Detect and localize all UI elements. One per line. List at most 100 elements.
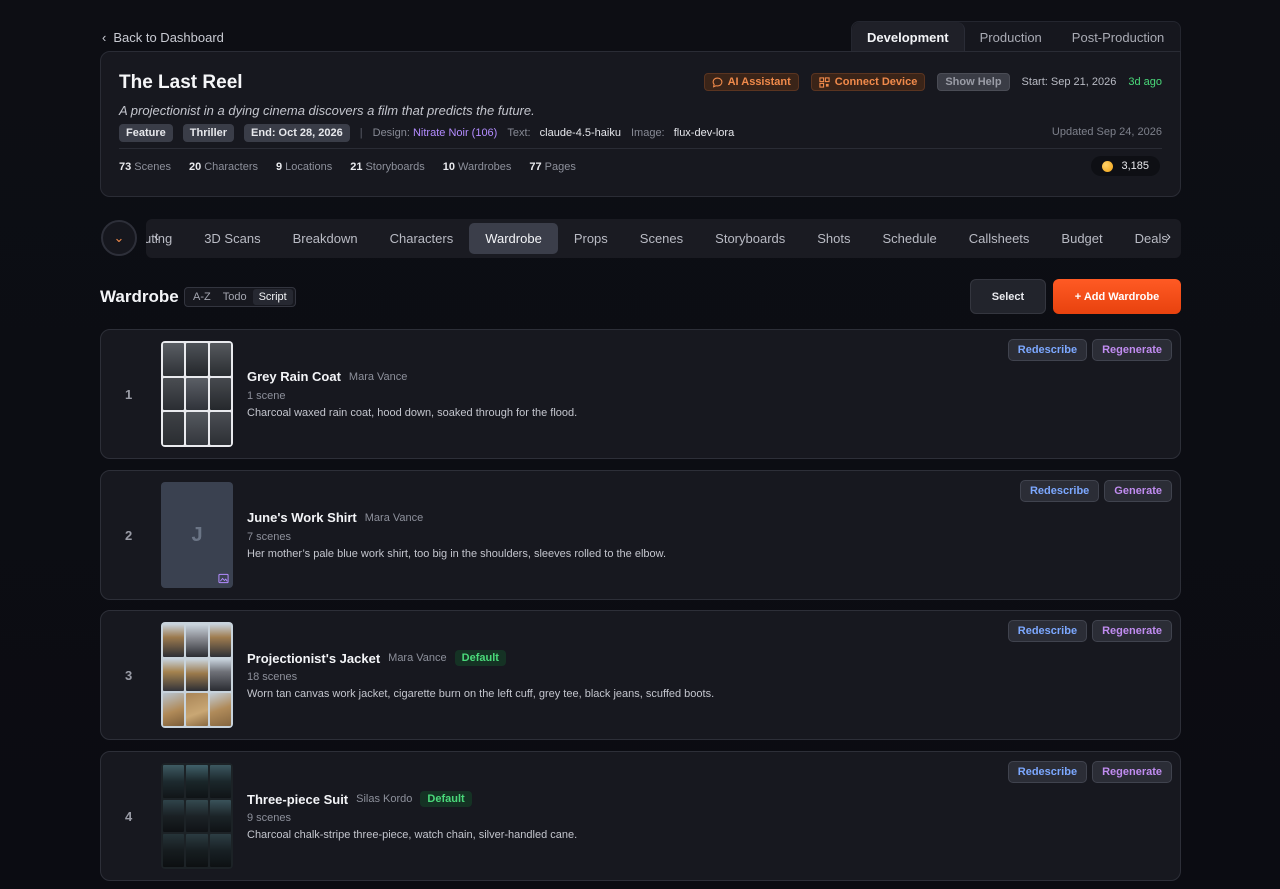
wardrobe-thumbnail[interactable] [161, 622, 233, 728]
chat-bubble-icon [712, 77, 723, 88]
image-model-value: flux-dev-lora [673, 127, 735, 139]
chevron-left-icon: ‹ [102, 30, 107, 45]
nav-item-callsheets[interactable]: Callsheets [953, 223, 1046, 254]
tab-development[interactable]: Development [852, 22, 965, 52]
nav-item-3d-scans[interactable]: 3D Scans [188, 223, 276, 254]
tab-production[interactable]: Production [965, 22, 1057, 52]
redescribe-button[interactable]: Redescribe [1007, 339, 1088, 361]
sort-a-z[interactable]: A-Z [187, 289, 217, 305]
regenerate-button[interactable]: Regenerate [1092, 620, 1172, 642]
wardrobe-scene-count: 1 scene [247, 390, 286, 402]
stat-scenes: 73 Scenes [119, 161, 171, 173]
wardrobe-thumbnail[interactable] [161, 763, 233, 869]
stat-characters: 20 Characters [188, 161, 258, 173]
nav-item-breakdown[interactable]: Breakdown [277, 223, 374, 254]
wardrobe-placeholder-thumbnail[interactable]: J [161, 482, 233, 588]
stat-storyboards: 21 Storyboards [350, 161, 425, 173]
time-ago: 3d ago [1128, 76, 1162, 88]
credits-badge: 3,185 [1091, 156, 1160, 176]
qr-code-icon [819, 76, 830, 88]
updated-date: Updated Sep 24, 2026 [1051, 126, 1162, 138]
nav-item-characters[interactable]: Characters [374, 223, 470, 254]
stat-locations: 9 Locations [276, 161, 333, 173]
add-wardrobe-button[interactable]: + Add Wardrobe [1053, 279, 1181, 314]
regenerate-button[interactable]: Regenerate [1092, 761, 1172, 783]
wardrobe-name: June's Work Shirt [247, 510, 357, 525]
nav-item-schedule[interactable]: Schedule [867, 223, 953, 254]
wardrobe-name: Projectionist's Jacket [247, 650, 381, 666]
wardrobe-number: 1 [125, 387, 133, 402]
wardrobe-thumbnail[interactable] [161, 341, 233, 447]
credits-value: 3,185 [1121, 160, 1149, 172]
genre-tag: Thriller [182, 124, 235, 142]
wardrobe-description: Charcoal waxed rain coat, hood down, soa… [247, 407, 578, 419]
wardrobe-title-row: Projectionist's Jacket Mara Vance Defaul… [247, 650, 506, 666]
sort-script[interactable]: Script [252, 289, 293, 305]
scroll-left-icon[interactable]: ‹ [154, 228, 159, 245]
wardrobe-card[interactable]: 4 Three-piece Suit Silas Kordo Default 9… [100, 751, 1181, 881]
image-icon [218, 573, 229, 584]
image-model-meta: Image: flux-dev-lora [630, 127, 735, 139]
nav-item-routing[interactable]: uting [146, 223, 188, 254]
wardrobe-number: 3 [125, 668, 133, 683]
wardrobe-number: 4 [125, 809, 133, 824]
sort-toggle: A-Z Todo Script [184, 287, 296, 307]
design-meta: Design: Nitrate Noir (106) [372, 127, 498, 139]
project-logline: A projectionist in a dying cinema discov… [119, 103, 535, 118]
header-divider [119, 148, 1162, 149]
section-nav: uting 3D Scans Breakdown Characters Ward… [146, 219, 1181, 258]
wardrobe-card[interactable]: 3 Projectionist's Jacket Mara Vance Defa… [100, 610, 1181, 740]
wardrobe-actions: Redescribe Regenerate [1007, 620, 1172, 642]
scroll-right-icon[interactable]: › [1166, 228, 1171, 245]
section-title: Wardrobe [100, 287, 179, 306]
text-model-meta: Text: claude-4.5-haiku [507, 127, 621, 139]
back-label: Back to Dashboard [113, 30, 224, 45]
nav-item-scenes[interactable]: Scenes [624, 223, 699, 254]
project-title: The Last Reel [119, 72, 243, 93]
redescribe-button[interactable]: Redescribe [1019, 480, 1100, 502]
nav-item-props[interactable]: Props [558, 223, 624, 254]
ai-assistant-button[interactable]: AI Assistant [703, 73, 799, 91]
default-badge: Default [454, 650, 506, 666]
connect-device-button[interactable]: Connect Device [810, 73, 926, 91]
nav-item-budget[interactable]: Budget [1045, 223, 1118, 254]
wardrobe-scene-count: 7 scenes [247, 531, 292, 543]
text-model-value: claude-4.5-haiku [539, 127, 621, 139]
format-tag: Feature [119, 124, 173, 142]
wardrobe-card[interactable]: 2 J June's Work Shirt Mara Vance 7 scene… [100, 470, 1181, 600]
select-button[interactable]: Select [970, 279, 1046, 314]
wardrobe-description: Her mother’s pale blue work shirt, too b… [247, 548, 667, 560]
wardrobe-character: Silas Kordo [356, 793, 413, 805]
nav-item-shots[interactable]: Shots [801, 223, 866, 254]
back-to-dashboard-link[interactable]: ‹ Back to Dashboard [102, 30, 224, 45]
wardrobe-title-row: Grey Rain Coat Mara Vance [247, 369, 407, 384]
wardrobe-name: Grey Rain Coat [247, 369, 341, 384]
project-actions: AI Assistant Connect Device Show Help St… [703, 73, 1162, 91]
redescribe-button[interactable]: Redescribe [1007, 620, 1088, 642]
tab-post-production[interactable]: Post-Production [1057, 22, 1180, 52]
redescribe-button[interactable]: Redescribe [1007, 761, 1088, 783]
nav-item-deals[interactable]: Deals [1119, 223, 1181, 254]
wardrobe-card[interactable]: 1 Grey Rain Coat Mara Vance 1 scene Char… [100, 329, 1181, 459]
show-help-button[interactable]: Show Help [937, 73, 1010, 91]
phase-tabs: Development Production Post-Production [851, 21, 1181, 52]
collapse-header-button[interactable]: ⌄ [101, 220, 137, 256]
stat-pages: 77 Pages [529, 161, 576, 173]
wardrobe-character: Mara Vance [364, 511, 424, 524]
default-badge: Default [420, 791, 472, 807]
generate-button[interactable]: Generate [1104, 480, 1172, 502]
regenerate-button[interactable]: Regenerate [1092, 339, 1172, 361]
sort-todo[interactable]: Todo [217, 289, 253, 305]
nav-item-storyboards[interactable]: Storyboards [699, 223, 801, 254]
design-value[interactable]: Nitrate Noir (106) [413, 127, 497, 139]
wardrobe-title-row: June's Work Shirt Mara Vance [247, 510, 423, 525]
nav-item-wardrobe[interactable]: Wardrobe [469, 223, 558, 254]
project-stats: 73 Scenes 20 Characters 9 Locations 21 Story… [119, 161, 576, 173]
wardrobe-actions: Redescribe Generate [1019, 480, 1172, 502]
wardrobe-description: Charcoal chalk-stripe three-piece, watch… [247, 829, 578, 841]
wardrobe-scene-count: 18 scenes [247, 671, 298, 683]
project-header-card: The Last Reel A projectionist in a dying… [100, 51, 1181, 197]
chevron-down-icon: ⌄ [113, 230, 125, 245]
meta-separator: | [359, 127, 363, 139]
start-date: Start: Sep 21, 2026 [1021, 76, 1117, 88]
